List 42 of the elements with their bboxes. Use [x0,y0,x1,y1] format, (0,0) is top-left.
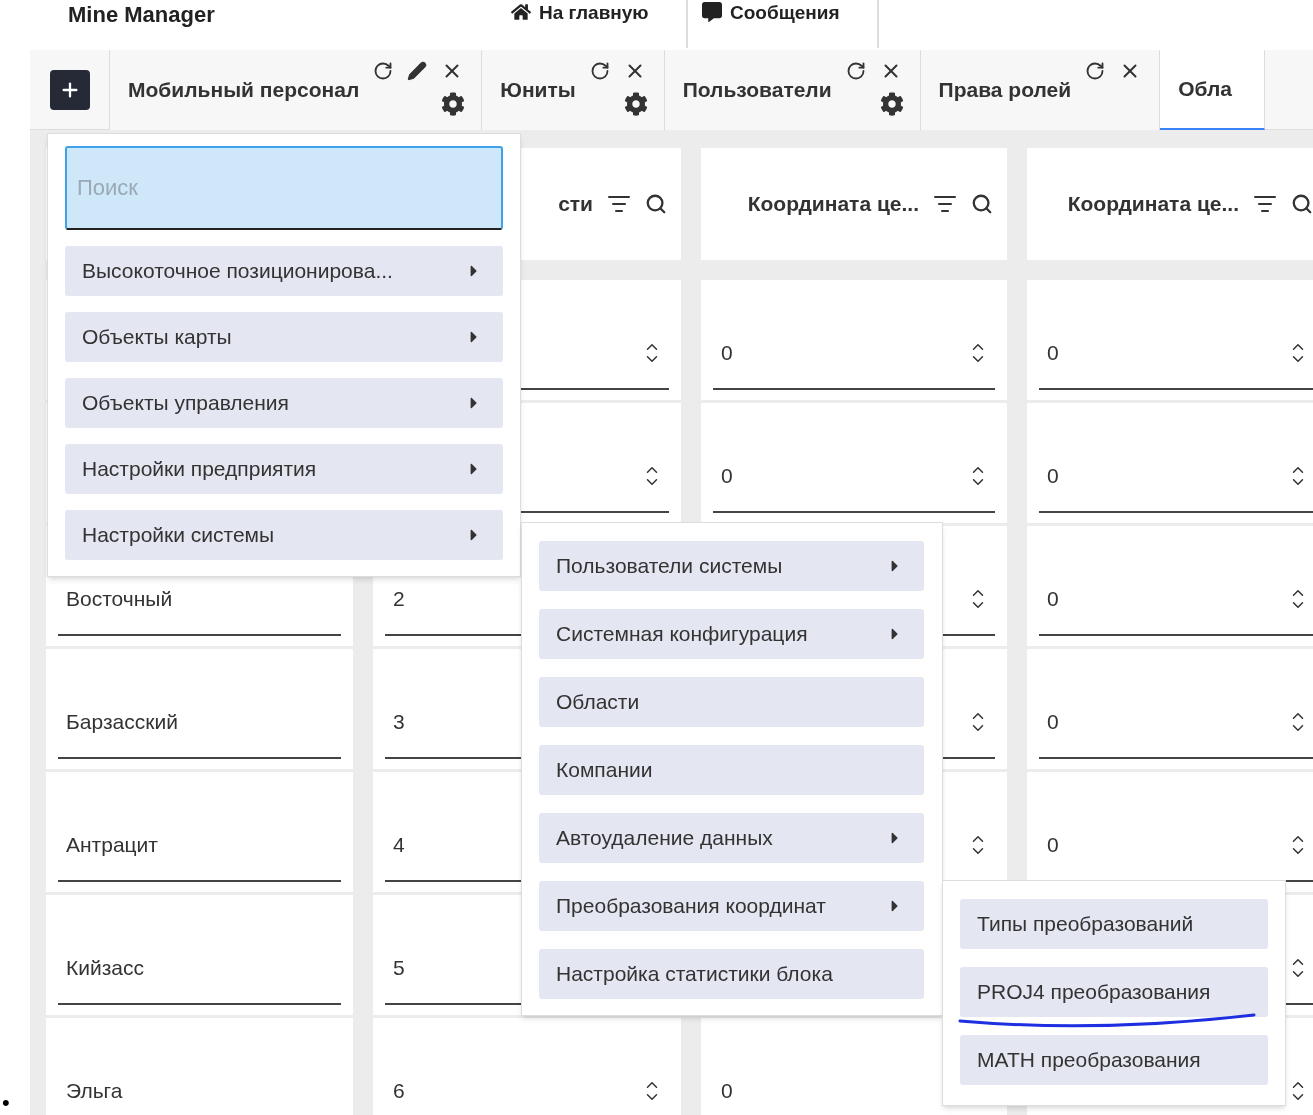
refresh-icon[interactable] [589,61,610,81]
menu-item[interactable]: Типы преобразований [960,899,1268,949]
search-icon[interactable] [645,193,667,215]
refresh-icon[interactable] [1085,61,1106,81]
search-icon[interactable] [1291,193,1313,215]
menu-item[interactable]: Системная конфигурация [539,609,924,659]
menu-item[interactable]: Настройки предприятия [65,444,503,494]
menu-item[interactable]: PROJ4 преобразования [960,967,1268,1017]
app-title: Mine Manager [68,2,216,28]
home-icon [511,2,531,22]
settings-icon[interactable] [441,92,466,116]
menu-item[interactable]: Настройка статистики блока [539,949,924,999]
add-button[interactable] [49,69,90,110]
settings-icon[interactable] [879,92,904,116]
menu-item[interactable]: Области [539,677,924,727]
tab[interactable]: Мобильный персонал [110,50,483,130]
menu-item[interactable]: Автоудаление данных [539,813,924,863]
tab[interactable]: Обла [1160,50,1265,130]
column-header: Координата це... [1067,191,1239,218]
menu-item[interactable]: Объекты карты [65,312,503,362]
menu-item[interactable]: Объекты управления [65,378,503,428]
tab[interactable]: Пользователи [664,50,921,130]
refresh-icon[interactable] [845,61,866,81]
menu-item[interactable]: Преобразования координат [539,881,924,931]
menu-item[interactable]: Настройки системы [65,510,503,560]
menu-item[interactable]: MATH преобразования [960,1035,1268,1085]
nav-link[interactable]: На главную [497,0,688,48]
pencil-icon[interactable] [407,61,428,81]
tab[interactable]: Права ролей [920,50,1161,130]
search-icon[interactable] [971,193,993,215]
menu-item[interactable]: Высокоточное позиционирова... [65,246,503,296]
menu-item[interactable]: Компании [539,745,924,795]
nav-link[interactable]: Сообщения [688,0,879,48]
bullet: • [2,1089,10,1115]
column-header: Координата це... [747,191,919,218]
refresh-icon[interactable] [373,61,394,81]
tab[interactable]: Юниты [482,50,665,130]
search-field[interactable]: Поиск [65,146,503,230]
menu-item[interactable]: Пользователи системы [539,541,924,591]
column-header: сти [558,191,593,218]
settings-icon[interactable] [623,92,648,116]
chat-icon [702,2,722,22]
